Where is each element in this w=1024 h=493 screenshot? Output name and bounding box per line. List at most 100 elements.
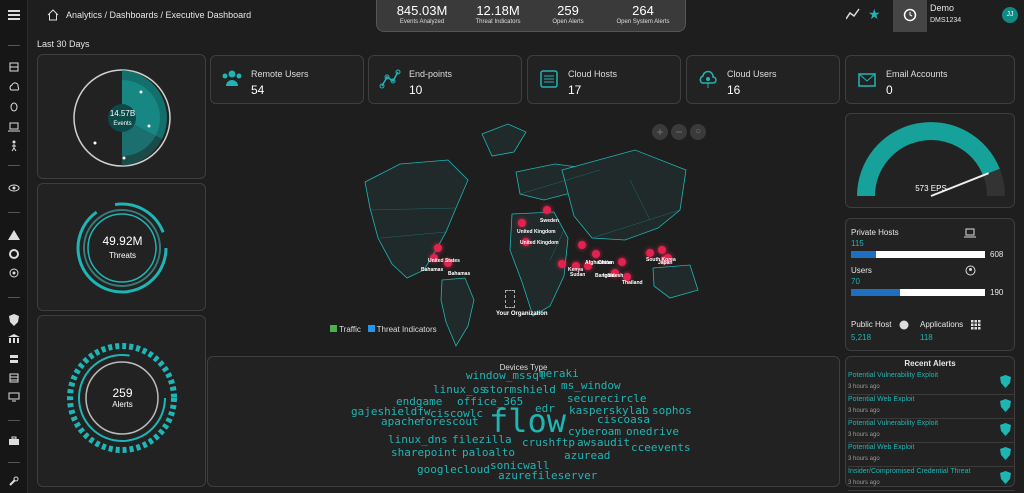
kpi-label: Remote Users xyxy=(251,69,309,79)
sidebar-divider xyxy=(8,462,20,463)
stat-events: 845.03M Events Analyzed xyxy=(389,3,455,25)
eps-gauge-card: 573 EPS xyxy=(845,113,1015,208)
device-type-word[interactable]: sharepoint xyxy=(391,446,457,459)
breadcrumb[interactable]: Analytics / Dashboards / Executive Dashb… xyxy=(66,10,251,20)
kpi-cloud-hosts[interactable]: Cloud Hosts 17 xyxy=(527,55,681,104)
device-type-word[interactable]: forescout xyxy=(419,415,479,428)
home-icon[interactable] xyxy=(46,8,60,22)
threat-hotspot[interactable] xyxy=(434,244,442,252)
stat-label: Open System Alerts xyxy=(616,19,670,25)
alert-item[interactable]: Potential Vulnerability Exploit 3 hours a… xyxy=(848,370,1015,395)
table-icon[interactable] xyxy=(8,373,20,385)
zoom-out-button[interactable]: − xyxy=(671,124,687,140)
threat-map[interactable]: + − ○ United States Bahamas Bahamas United … xyxy=(210,110,840,351)
stat-label: Threat Indicators xyxy=(475,19,521,25)
country-label: Sudan xyxy=(570,272,586,278)
country-label: Sweden xyxy=(540,218,559,224)
kpi-value: 16 xyxy=(727,83,741,97)
shield-alert-icon xyxy=(1000,471,1011,484)
threat-hotspot[interactable] xyxy=(558,260,566,268)
hamburger-menu-icon[interactable] xyxy=(8,10,20,22)
cloud-icon[interactable] xyxy=(8,82,20,94)
alert-title: Potential Web Exploit xyxy=(848,444,915,451)
private-hosts-bar-fill xyxy=(851,251,877,258)
trend-icon[interactable] xyxy=(846,8,860,20)
device-type-word[interactable]: cceevents xyxy=(631,441,691,454)
avatar[interactable]: JJ xyxy=(1002,7,1018,23)
country-label: Japan xyxy=(658,260,673,266)
alert-time: 3 hours ago xyxy=(848,384,880,390)
device-type-word[interactable]: onedrive xyxy=(626,425,679,438)
device-type-word[interactable]: googlecloud xyxy=(417,463,490,476)
country-label: Bahamas xyxy=(421,267,444,273)
threat-hotspot[interactable] xyxy=(658,246,666,254)
alert-title: Potential Vulnerability Exploit xyxy=(848,420,939,427)
kpi-value: 54 xyxy=(251,83,265,97)
laptop-icon[interactable] xyxy=(8,122,20,134)
users-bar xyxy=(851,289,985,296)
device-type-word[interactable]: apache xyxy=(381,415,421,428)
bank-icon[interactable] xyxy=(8,334,20,346)
fingerprint-icon[interactable] xyxy=(8,102,20,114)
device-type-word[interactable]: azuread xyxy=(564,449,610,462)
device-type-word[interactable]: crushftp xyxy=(522,436,575,449)
eye-icon[interactable] xyxy=(8,183,20,195)
users-label: Users xyxy=(851,266,872,275)
top-bar: Analytics / Dashboards / Executive Dashb… xyxy=(28,0,1024,32)
alert-title: Potential Web Exploit xyxy=(848,396,915,403)
zoom-reset-button[interactable]: ○ xyxy=(690,124,706,140)
device-type-word[interactable]: filezilla xyxy=(452,433,512,446)
private-hosts-value: 115 xyxy=(851,239,864,248)
database-icon[interactable] xyxy=(8,354,20,366)
alert-item[interactable]: Potential Web Exploit 3 hours ago xyxy=(848,394,1015,419)
threat-hotspot[interactable] xyxy=(543,206,551,214)
kpi-email-accounts[interactable]: Email Accounts 0 xyxy=(845,55,1015,104)
alert-item[interactable]: Insider/Compromised Credential Threat 3 h… xyxy=(848,466,1015,491)
devices-type-card: Devices Type window_mssql meraki linux_os s… xyxy=(207,356,840,487)
shield-icon[interactable] xyxy=(8,314,20,326)
stat-open-system-alerts: 264 Open System Alerts xyxy=(605,3,681,25)
warning-icon[interactable] xyxy=(8,230,20,242)
country-label: China xyxy=(598,260,612,266)
kpi-cloud-users[interactable]: Cloud Users 16 xyxy=(686,55,840,104)
wrench-icon[interactable] xyxy=(8,476,20,488)
target-icon[interactable] xyxy=(8,268,20,280)
device-type-word[interactable]: ms_window xyxy=(561,379,621,392)
kpi-remote-users[interactable]: Remote Users 54 xyxy=(210,55,364,104)
kpi-endpoints[interactable]: End-points 10 xyxy=(368,55,522,104)
sidebar xyxy=(0,0,28,493)
kpi-value: 17 xyxy=(568,83,582,97)
events-label: Events xyxy=(113,121,132,127)
country-label: United Kingdom xyxy=(520,240,559,246)
stat-open-alerts: 259 Open Alerts xyxy=(539,3,597,25)
threat-hotspot[interactable] xyxy=(646,249,654,257)
star-icon[interactable]: ★ xyxy=(868,6,881,23)
clock-button[interactable] xyxy=(893,0,927,32)
eps-gauge xyxy=(857,122,1005,197)
stat-threat-indicators: 12.18M Threat Indicators xyxy=(463,3,533,25)
dashboard-icon[interactable] xyxy=(8,62,20,74)
threat-hotspot[interactable] xyxy=(592,250,600,258)
server-icon xyxy=(540,70,558,88)
hosts-card: Private Hosts 115 608 Users 70 190 Publi… xyxy=(845,218,1015,351)
device-type-word[interactable]: window_mssql xyxy=(466,369,545,382)
users-bar-fill xyxy=(851,289,901,296)
kpi-label: End-points xyxy=(409,69,453,79)
threat-hotspot[interactable] xyxy=(618,258,626,266)
alert-item[interactable]: Potential Web Exploit 3 hours ago xyxy=(848,442,1015,467)
threat-hotspot[interactable] xyxy=(578,241,586,249)
device-type-word[interactable]: linux_dns xyxy=(388,433,448,446)
device-type-word[interactable]: azurefileserver xyxy=(498,469,597,482)
private-hosts-total: 608 xyxy=(990,250,1004,259)
biohazard-icon[interactable] xyxy=(8,249,20,261)
traffic-legend-label: Traffic xyxy=(339,325,361,334)
user-walk-icon[interactable] xyxy=(8,140,20,152)
alert-item[interactable]: Potential Vulnerability Exploit 3 hours a… xyxy=(848,418,1015,443)
device-type-word[interactable]: awsaudit xyxy=(577,436,630,449)
monitor-icon[interactable] xyxy=(8,392,20,404)
threat-hotspot[interactable] xyxy=(518,219,526,227)
device-type-word[interactable]: paloalto xyxy=(462,446,515,459)
device-type-word[interactable]: sophos xyxy=(652,404,692,417)
briefcase-icon[interactable] xyxy=(8,436,20,448)
zoom-in-button[interactable]: + xyxy=(652,124,668,140)
